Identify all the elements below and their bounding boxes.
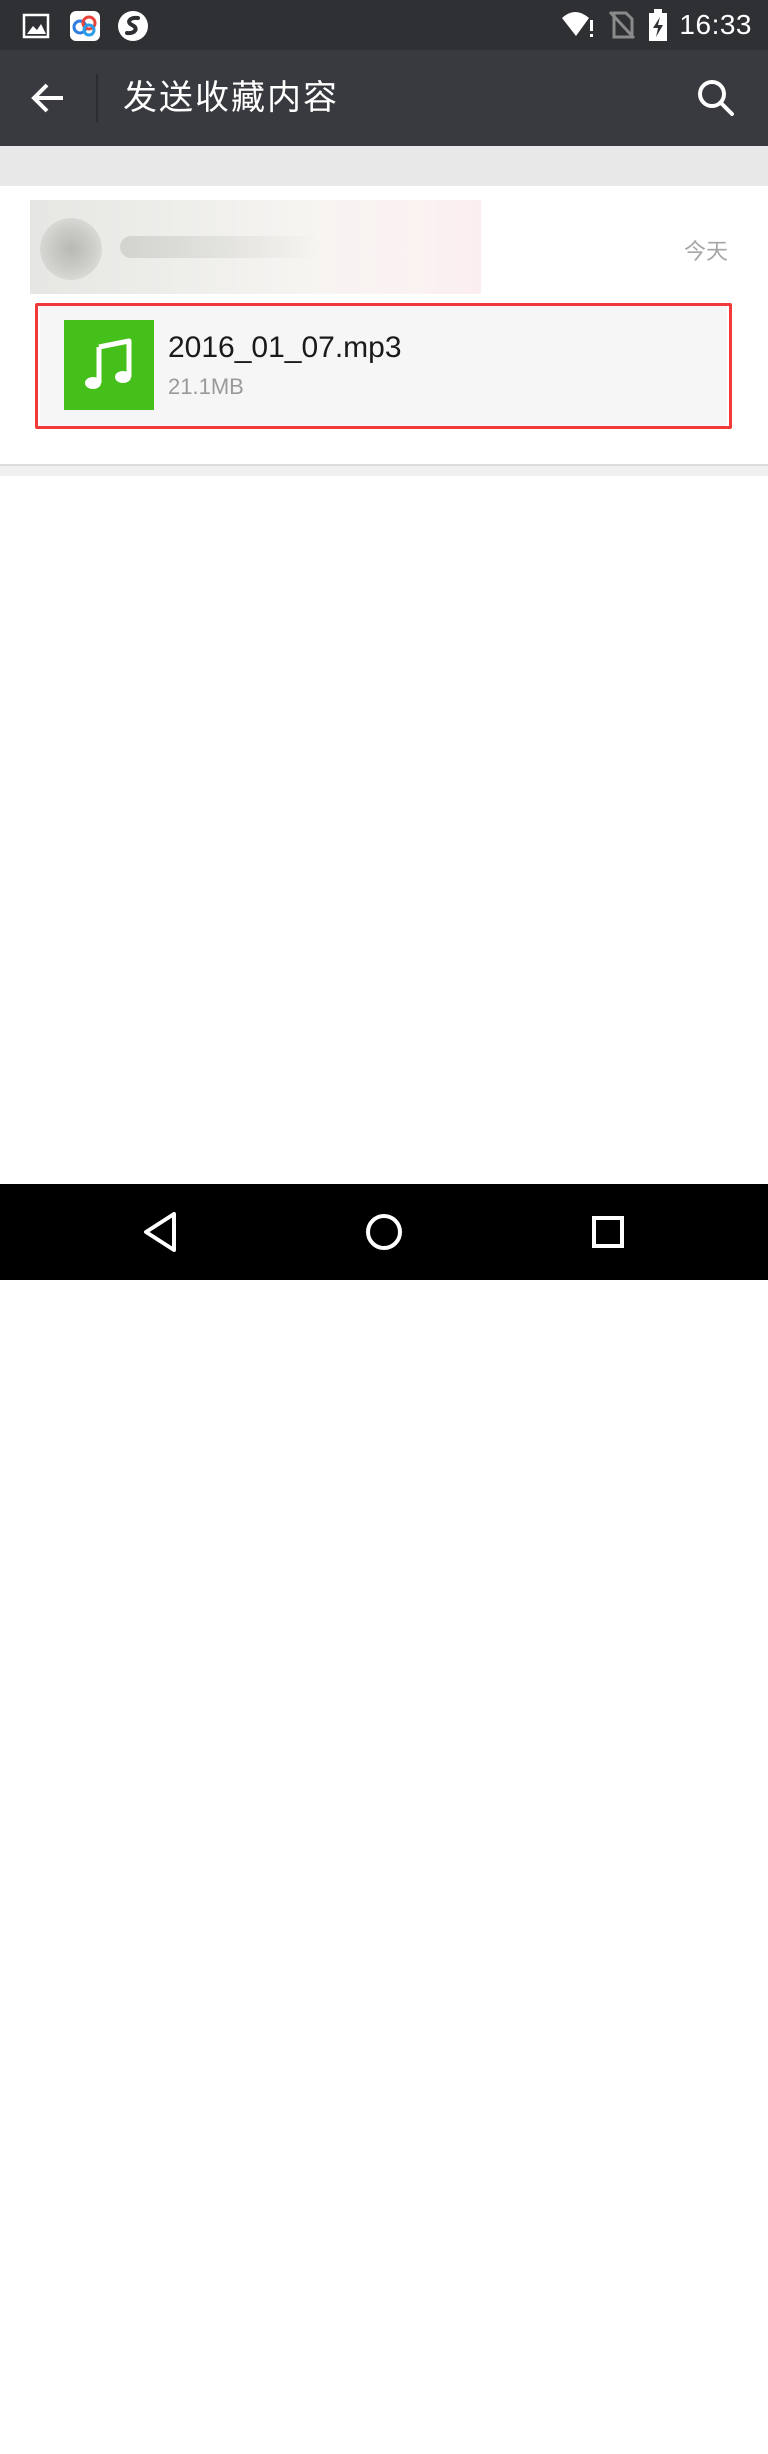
nav-home-button[interactable] xyxy=(360,1208,408,1256)
system-status: 16:33 xyxy=(561,8,752,42)
navigation-bar: Bai 经验 jingyan.baidu.com xyxy=(0,1184,768,2441)
card-divider xyxy=(0,464,768,476)
file-item[interactable]: 2016_01_07.mp3 21.1MB xyxy=(40,306,727,426)
file-size: 21.1MB xyxy=(168,374,244,399)
back-button[interactable] xyxy=(22,72,74,124)
nav-recent-button[interactable] xyxy=(584,1208,632,1256)
file-name: 2016_01_07.mp3 xyxy=(168,331,402,364)
action-bar: 发送收藏内容 xyxy=(0,50,768,146)
paw-icon xyxy=(642,2381,674,2413)
recent-square-icon xyxy=(592,1216,624,1248)
blurred-sender-name xyxy=(120,236,320,258)
avatar xyxy=(40,218,102,280)
home-circle-icon xyxy=(366,1214,402,1250)
page-title: 发送收藏内容 xyxy=(123,78,339,118)
blurred-sender-info xyxy=(30,200,481,294)
status-bar: 16:33 xyxy=(0,0,768,50)
section-gap xyxy=(0,146,768,186)
search-button[interactable] xyxy=(690,72,742,124)
favorite-card[interactable]: 今天 2016_01_07.mp3 21.1MB xyxy=(0,186,768,464)
status-time: 16:33 xyxy=(679,9,752,40)
search-icon xyxy=(698,80,734,116)
notification-icons xyxy=(20,9,150,43)
music-note-icon xyxy=(85,338,132,389)
favorite-date: 今天 xyxy=(683,240,728,265)
back-triangle-icon xyxy=(144,1212,176,1252)
smart-s-icon xyxy=(118,11,148,41)
gallery-icon xyxy=(22,13,50,39)
arrow-left-icon xyxy=(31,83,63,113)
nav-back-button[interactable] xyxy=(136,1208,184,1256)
baidu-cloud-icon xyxy=(70,11,100,41)
wifi-icon xyxy=(562,12,594,37)
action-bar-divider xyxy=(96,74,98,122)
watermark-suffix: 经验 xyxy=(676,2394,724,2422)
no-sim-icon xyxy=(609,10,636,40)
battery-charging-icon xyxy=(649,9,668,41)
file-thumbnail xyxy=(64,320,154,410)
watermark-url: jingyan.baidu.com xyxy=(590,2424,711,2441)
watermark-brand: Bai xyxy=(588,2380,638,2413)
baidu-watermark: Bai 经验 jingyan.baidu.com xyxy=(588,2380,758,2454)
